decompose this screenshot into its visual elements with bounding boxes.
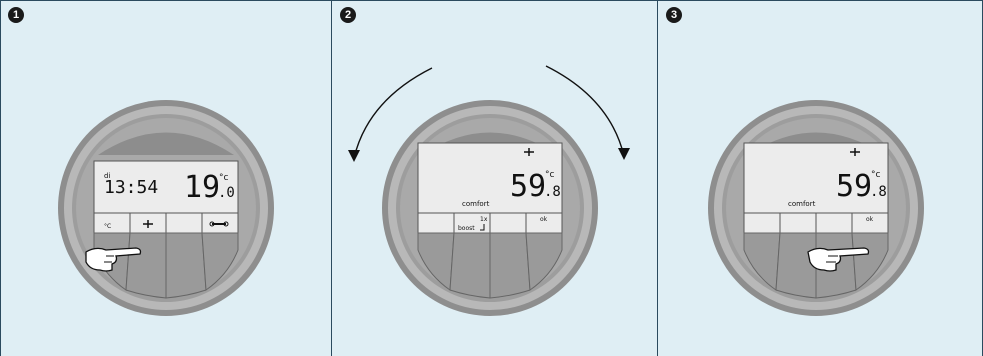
step-panel-3: 3 59 .8 °c comfort ok <box>658 0 983 356</box>
step-panel-2: 2 59 .8 °c comfort boost 1x ok <box>332 0 658 356</box>
softkey-button-2[interactable] <box>449 232 491 299</box>
temperature-decimal: .8 <box>870 184 887 200</box>
softkey-label-4: ok <box>866 216 874 223</box>
unit-label: °c <box>545 170 555 180</box>
softkey-button-3[interactable] <box>489 232 531 299</box>
softkey-extra-label: 1x <box>480 216 488 223</box>
step-panel-1: 1 di 13:54 19 .0 °c °C <box>0 0 332 356</box>
temperature-main: 59 <box>510 169 546 204</box>
thermostat-device: 59 .8 °c comfort boost 1x ok <box>348 65 630 316</box>
softkey-label-2: boost <box>458 225 475 232</box>
temperature-main: 19 <box>184 170 220 205</box>
temperature-main: 59 <box>836 169 872 204</box>
softkey-label-1: °C <box>104 223 111 230</box>
softkey-button-3[interactable] <box>165 232 207 299</box>
softkey-button-2[interactable] <box>775 232 817 299</box>
thermostat-device: di 13:54 19 .0 °c °C <box>58 100 274 316</box>
softkey-label-4: ok <box>540 216 548 223</box>
temperature-decimal: .8 <box>544 184 561 200</box>
instruction-diagram: 1 di 13:54 19 .0 °c °C 2 59 .8 °c comfor… <box>0 0 983 356</box>
unit-label: °c <box>219 173 229 183</box>
unit-label: °c <box>871 170 881 180</box>
clock-display: 13:54 <box>104 177 158 198</box>
mode-label: comfort <box>788 200 816 208</box>
mode-label: comfort <box>462 200 490 208</box>
temperature-decimal: .0 <box>218 185 235 201</box>
thermostat-device: 59 .8 °c comfort ok <box>708 100 924 316</box>
softkey-button-2[interactable] <box>125 232 167 299</box>
